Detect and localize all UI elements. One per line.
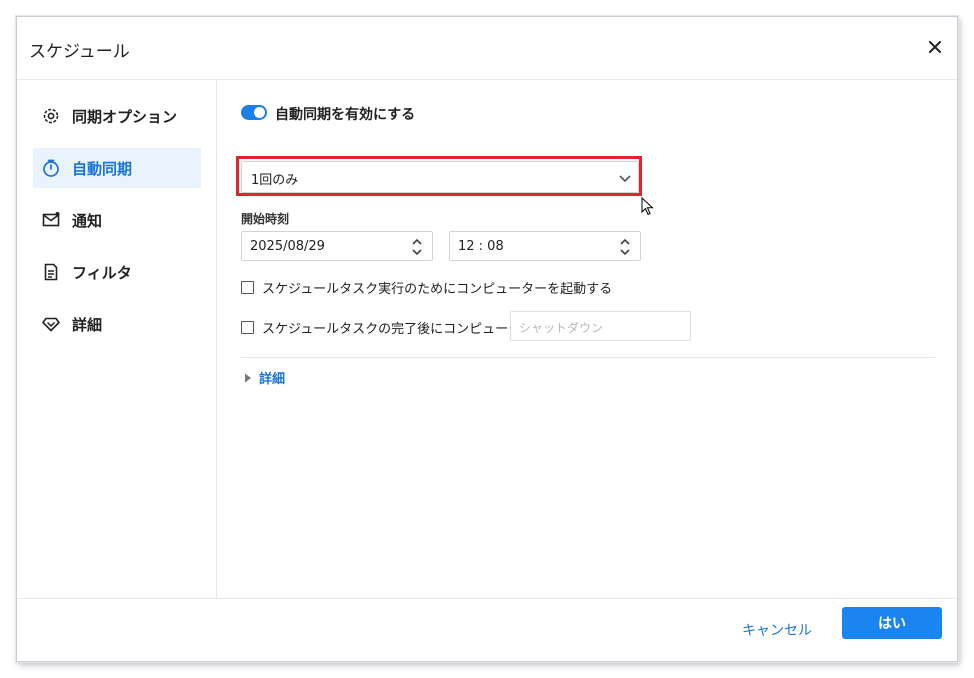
sidebar-item-auto-sync[interactable]: 自動同期 — [33, 148, 201, 188]
sidebar-item-label: 通知 — [72, 211, 103, 230]
cancel-button[interactable]: キャンセル — [737, 614, 817, 646]
close-button[interactable] — [923, 35, 947, 59]
mail-icon — [40, 209, 62, 231]
highlight-box — [236, 156, 642, 196]
auto-sync-panel: 自動同期を有効にする 1回のみ 開始時刻 2025/08/29 12: 08 … — [217, 79, 957, 599]
stepper-arrows-icon[interactable] — [619, 236, 631, 258]
dialog-footer: キャンセル はい — [17, 598, 957, 661]
sidebar-item-notification[interactable]: 通知 — [33, 200, 201, 240]
after-task-option: スケジュールタスクの完了後にコンピューターを — [241, 318, 547, 337]
details-expander[interactable]: 詳細 — [243, 368, 285, 387]
divider — [241, 357, 935, 358]
ok-button[interactable]: はい — [842, 607, 942, 639]
dialog-titlebar: スケジュール — [17, 17, 957, 80]
schedule-dialog: スケジュール 同期オプション 自動同期 通知 フィルタ 詳細 自動同期を有効にす… — [16, 16, 958, 662]
after-task-label: スケジュールタスクの完了後にコンピューターを — [262, 322, 548, 337]
sidebar-item-label: 同期オプション — [72, 107, 178, 126]
time-stepper[interactable]: 12 : 08 — [449, 231, 641, 261]
auto-sync-toggle-label: 自動同期を有効にする — [275, 107, 416, 123]
sidebar-item-filter[interactable]: フィルタ — [33, 252, 201, 292]
gear-icon — [40, 105, 62, 127]
diamond-icon — [40, 313, 62, 335]
date-stepper[interactable]: 2025/08/29 — [241, 231, 433, 261]
sidebar-item-label: 自動同期 — [72, 159, 133, 178]
close-icon — [929, 41, 941, 53]
wake-computer-checkbox[interactable] — [241, 281, 254, 294]
timer-icon — [40, 157, 62, 179]
sidebar-item-label: 詳細 — [72, 315, 103, 334]
time-value: 12 : 08 — [458, 239, 504, 254]
sidebar-item-sync-options[interactable]: 同期オプション — [33, 96, 201, 136]
after-task-checkbox[interactable] — [241, 321, 254, 334]
wake-computer-label: スケジュールタスク実行のためにコンピューターを起動する — [262, 282, 613, 297]
sidebar-item-details[interactable]: 詳細 — [33, 304, 201, 344]
date-value: 2025/08/29 — [250, 239, 325, 254]
after-task-action-input[interactable]: シャットダウン — [510, 311, 691, 341]
sidebar-item-label: フィルタ — [72, 263, 132, 282]
start-time-label: 開始時刻 — [241, 212, 290, 226]
wake-computer-option: スケジュールタスク実行のためにコンピューターを起動する — [241, 278, 612, 297]
auto-sync-toggle[interactable] — [241, 105, 267, 120]
sidebar: 同期オプション 自動同期 通知 フィルタ 詳細 — [17, 79, 217, 599]
stepper-arrows-icon[interactable] — [411, 236, 423, 258]
document-icon — [40, 261, 62, 283]
dialog-title: スケジュール — [29, 42, 130, 62]
details-label: 詳細 — [259, 372, 286, 387]
mouse-cursor-icon — [641, 196, 655, 221]
toggle-knob — [254, 107, 265, 118]
caret-right-icon — [245, 373, 251, 382]
